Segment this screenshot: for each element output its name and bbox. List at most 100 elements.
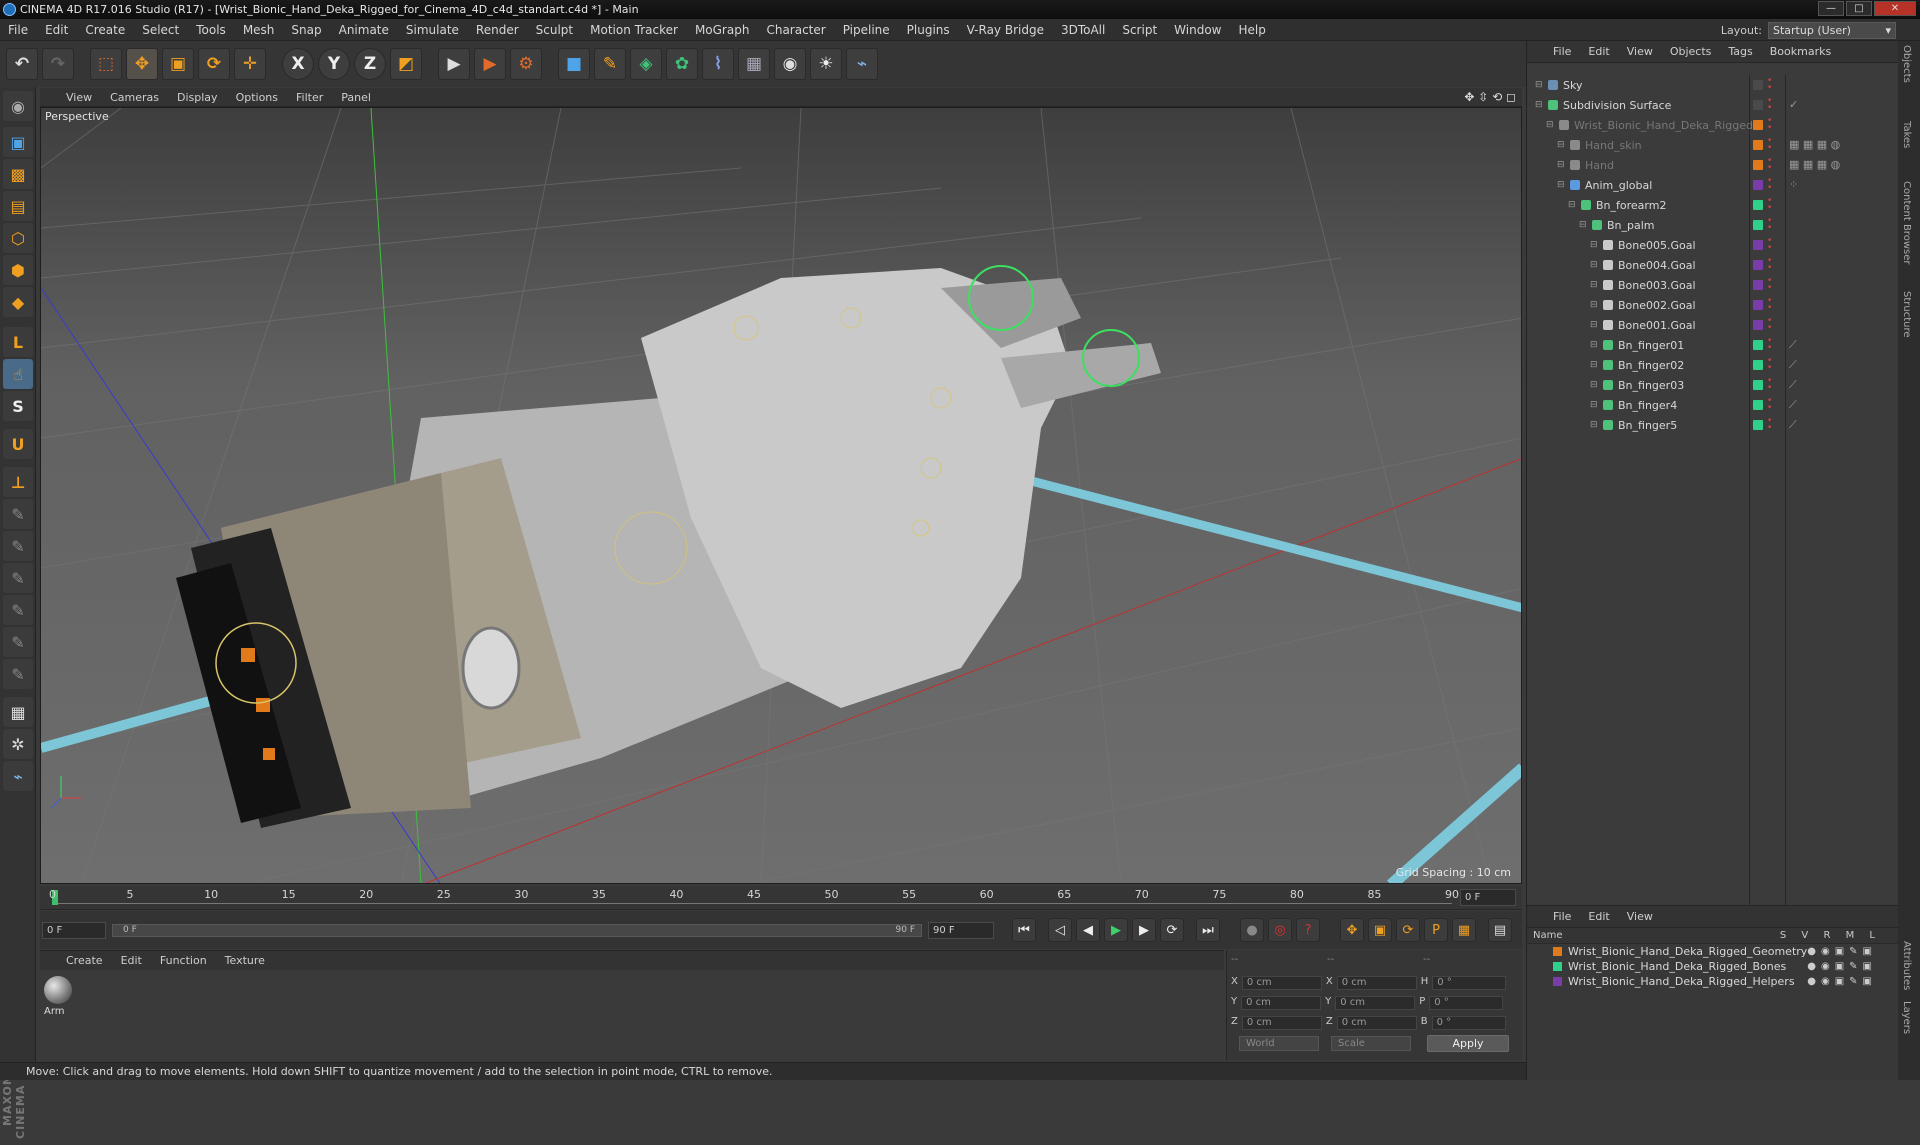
expand-toggle-icon[interactable]: ⊟ <box>1590 280 1600 290</box>
y-axis-lock-button[interactable]: Y <box>318 48 350 80</box>
layer-color-flag[interactable] <box>1753 360 1763 370</box>
timeline-ruler[interactable]: 0 F 0 5 10 15 20 25 30 35 40 45 50 55 60 65 70 75 80 85 90 <box>40 886 1522 910</box>
visibility-dots-icon[interactable]: • • <box>1767 197 1772 213</box>
size-y-field[interactable]: 0 cm <box>1335 996 1416 1010</box>
visibility-dots-icon[interactable]: • • <box>1767 377 1772 393</box>
menu-character[interactable]: Character <box>766 23 825 37</box>
layer-row[interactable]: Wrist_Bionic_Hand_Deka_Rigged_Helpers ●◉▣… <box>1527 974 1899 989</box>
pen-spline-icon[interactable]: ✎ <box>594 48 626 80</box>
object-name[interactable]: Bn_palm <box>1607 219 1655 232</box>
object-row[interactable]: ⊟ Hand_skin • • ▦ ▦ ▦ ◍ <box>1527 135 1899 155</box>
coordinate-mode-select[interactable]: Scale <box>1331 1036 1411 1051</box>
key-rotation-icon[interactable]: ⟳ <box>1396 918 1420 942</box>
layer-color-swatch[interactable] <box>1553 962 1562 971</box>
texture-mode-icon[interactable]: ▩ <box>3 159 33 189</box>
close-button[interactable]: ✕ <box>1874 1 1916 16</box>
layer-menu-edit[interactable]: Edit <box>1588 910 1609 923</box>
object-row[interactable]: ⊟ Bn_finger02 • • ⟋ <box>1527 355 1899 375</box>
render-to-picture-viewer-icon[interactable]: ▶ <box>474 48 506 80</box>
coordinate-space-select[interactable]: World <box>1239 1036 1319 1051</box>
object-row[interactable]: ⊟ Bone003.Goal • • <box>1527 275 1899 295</box>
side-tab-attributes[interactable]: Attributes <box>1901 941 1912 990</box>
layer-color-flag[interactable] <box>1753 120 1763 130</box>
rotate-tool-icon[interactable]: ⟳ <box>198 48 230 80</box>
move-tool-icon[interactable]: ✥ <box>126 48 158 80</box>
floor-icon[interactable]: ▦ <box>738 48 770 80</box>
object-name[interactable]: Bone002.Goal <box>1618 299 1696 312</box>
layer-color-flag[interactable] <box>1753 160 1763 170</box>
polygons-mode-icon[interactable]: ◆ <box>3 287 33 317</box>
live-selection-tool-icon[interactable]: ⬚ <box>90 48 122 80</box>
object-row[interactable]: ⊟ Hand • • ▦ ▦ ▦ ◍ <box>1527 155 1899 175</box>
points-mode-icon[interactable]: ⬡ <box>3 223 33 253</box>
menu-motion-tracker[interactable]: Motion Tracker <box>590 23 678 37</box>
layer-name[interactable]: Wrist_Bionic_Hand_Deka_Rigged_Geometry <box>1568 945 1807 958</box>
object-tags[interactable]: ⟋ <box>1789 398 1797 412</box>
object-row[interactable]: ⊟ Bone001.Goal • • <box>1527 315 1899 335</box>
expand-toggle-icon[interactable]: ⊟ <box>1557 160 1567 170</box>
layer-color-flag[interactable] <box>1753 420 1763 430</box>
undo-button[interactable]: ↶ <box>6 48 38 80</box>
object-tags[interactable]: ▦ ▦ ▦ ◍ <box>1789 138 1840 151</box>
layer-color-swatch[interactable] <box>1553 977 1562 986</box>
scale-tool-icon[interactable]: ▣ <box>162 48 194 80</box>
viewport-menu-display[interactable]: Display <box>177 91 218 104</box>
visibility-dots-icon[interactable]: • • <box>1767 77 1772 93</box>
sculpt-brush-4-icon[interactable]: ✎ <box>3 595 33 625</box>
position-x-field[interactable]: 0 cm <box>1241 976 1322 990</box>
maximize-button[interactable]: □ <box>1846 1 1872 16</box>
key-position-icon[interactable]: ✥ <box>1340 918 1364 942</box>
loop-button[interactable]: ⟳ <box>1160 918 1184 942</box>
object-name[interactable]: Bn_finger01 <box>1618 339 1684 352</box>
object-name[interactable]: Bn_finger03 <box>1618 379 1684 392</box>
object-menu-tags[interactable]: Tags <box>1728 45 1752 58</box>
side-tab-takes[interactable]: Takes <box>1901 121 1912 148</box>
subdivision-surface-icon[interactable]: ◈ <box>630 48 662 80</box>
object-menu-bookmarks[interactable]: Bookmarks <box>1770 45 1831 58</box>
z-axis-lock-button[interactable]: Z <box>354 48 386 80</box>
previous-key-button[interactable]: ◁ <box>1048 918 1072 942</box>
magnet-icon[interactable]: U <box>3 429 33 459</box>
layer-color-flag[interactable] <box>1753 180 1763 190</box>
layer-color-flag[interactable] <box>1753 140 1763 150</box>
next-frame-button[interactable]: ▶ <box>1132 918 1156 942</box>
object-row[interactable]: ⊟ Bn_finger4 • • ⟋ <box>1527 395 1899 415</box>
light-icon[interactable]: ☀ <box>810 48 842 80</box>
visibility-dots-icon[interactable]: • • <box>1767 217 1772 233</box>
object-menu-file[interactable]: File <box>1553 45 1571 58</box>
object-name[interactable]: Bn_finger02 <box>1618 359 1684 372</box>
sculpt-brush-3-icon[interactable]: ✎ <box>3 563 33 593</box>
x-axis-lock-button[interactable]: X <box>282 48 314 80</box>
tweak-mode-icon[interactable]: ☝ <box>3 359 33 389</box>
layer-color-flag[interactable] <box>1753 380 1763 390</box>
expand-toggle-icon[interactable]: ⊟ <box>1590 400 1600 410</box>
render-settings-icon[interactable]: ⚙ <box>510 48 542 80</box>
expand-toggle-icon[interactable]: ⊟ <box>1590 420 1600 430</box>
layer-color-flag[interactable] <box>1753 80 1763 90</box>
visibility-dots-icon[interactable]: • • <box>1767 97 1772 113</box>
sculpt-brush-6-icon[interactable]: ✎ <box>3 659 33 689</box>
object-name[interactable]: Bn_forearm2 <box>1596 199 1666 212</box>
apply-button[interactable]: Apply <box>1427 1035 1509 1052</box>
viewport-menu-panel[interactable]: Panel <box>341 91 371 104</box>
menu-v-ray-bridge[interactable]: V-Ray Bridge <box>967 23 1044 37</box>
object-name[interactable]: Bone003.Goal <box>1618 279 1696 292</box>
menu-simulate[interactable]: Simulate <box>406 23 459 37</box>
visibility-dots-icon[interactable]: • • <box>1767 337 1772 353</box>
material-menu-function[interactable]: Function <box>160 954 207 967</box>
object-tags[interactable]: ⟋ <box>1789 378 1797 392</box>
object-row[interactable]: ⊟ Bn_finger01 • • ⟋ <box>1527 335 1899 355</box>
visibility-dots-icon[interactable]: • • <box>1767 297 1772 313</box>
frame-range-slider[interactable]: 0 F 90 F <box>112 923 922 937</box>
expand-toggle-icon[interactable]: ⊟ <box>1590 240 1600 250</box>
cloner-icon[interactable]: ✿ <box>666 48 698 80</box>
render-view-icon[interactable]: ▶ <box>438 48 470 80</box>
menu-create[interactable]: Create <box>85 23 125 37</box>
previous-frame-button[interactable]: ◀ <box>1076 918 1100 942</box>
menu-edit[interactable]: Edit <box>45 23 68 37</box>
object-tags[interactable]: ▦ ▦ ▦ ◍ <box>1789 158 1840 171</box>
rotation-p-field[interactable]: 0 ° <box>1429 996 1504 1010</box>
position-z-field[interactable]: 0 cm <box>1241 1016 1322 1030</box>
visibility-dots-icon[interactable]: • • <box>1767 137 1772 153</box>
visibility-dots-icon[interactable]: • • <box>1767 177 1772 193</box>
